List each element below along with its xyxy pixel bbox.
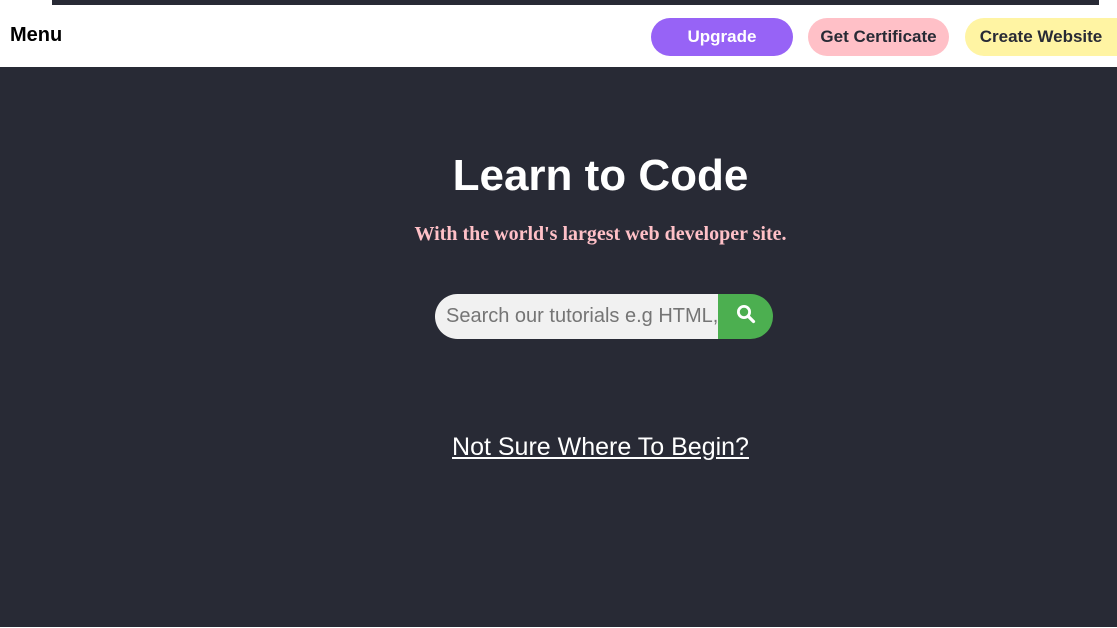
upgrade-button[interactable]: Upgrade <box>651 18 793 56</box>
top-strip-bar <box>52 0 1099 5</box>
get-certificate-button[interactable]: Get Certificate <box>808 18 949 56</box>
not-sure-where-to-begin-link[interactable]: Not Sure Where To Begin? <box>0 433 1117 462</box>
create-website-button[interactable]: Create Website <box>965 18 1117 56</box>
search-button[interactable] <box>718 294 773 339</box>
hero-section: Learn to Code With the world's largest w… <box>0 67 1117 627</box>
top-nav: Menu Upgrade Get Certificate Create Webs… <box>0 7 1117 67</box>
hero-subtitle: With the world's largest web developer s… <box>414 223 787 245</box>
hero-title: Learn to Code <box>452 151 749 200</box>
search-icon <box>736 304 756 329</box>
menu-button[interactable]: Menu <box>10 24 62 47</box>
search-input[interactable] <box>435 294 719 339</box>
search-bar <box>435 294 773 339</box>
top-strip <box>0 0 1117 7</box>
